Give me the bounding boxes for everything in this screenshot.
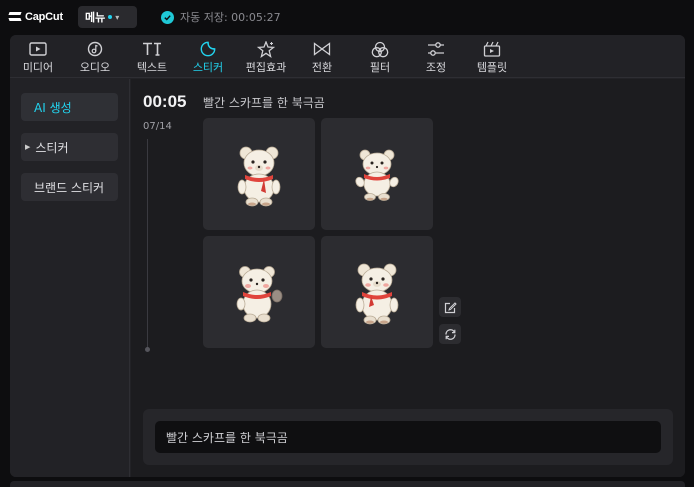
ai-generation-area: 00:05 빨간 스카프를 한 북극곰 07/14 [131, 79, 685, 477]
tab-effects[interactable]: 편집효과 [241, 35, 291, 78]
history-timeline [147, 139, 148, 349]
tab-label: 조정 [425, 61, 447, 74]
tab-label: 미디어 [22, 61, 54, 74]
tab-label: 텍스트 [136, 61, 168, 74]
tab-label: 템플릿 [476, 61, 508, 74]
tab-audio[interactable]: 오디오 [73, 35, 117, 78]
polar-bear-sticker [355, 149, 399, 201]
text-icon [142, 40, 162, 58]
check-circle-icon [161, 10, 174, 24]
sticker-sidebar: AI 생성 ▶ 스티커 브랜드 스티커 [10, 79, 130, 477]
polar-bear-sticker [236, 266, 283, 323]
tab-label: 오디오 [79, 61, 111, 74]
tab-label: 필터 [369, 61, 391, 74]
audio-icon [85, 40, 105, 58]
tab-label: 전환 [311, 61, 333, 74]
polar-bear-sticker [355, 263, 399, 325]
prompt-box [143, 409, 673, 465]
tab-label: 스티커 [192, 61, 224, 74]
tab-text[interactable]: 텍스트 [130, 35, 174, 78]
autosave-text: 자동 저장: 00:05:27 [180, 11, 281, 24]
app-logo-text: CapCut [25, 11, 63, 23]
generation-counter: 07/14 [143, 121, 172, 132]
adjust-icon [426, 40, 446, 58]
sticker-icon [198, 40, 218, 58]
sidebar-item-sticker[interactable]: ▶ 스티커 [21, 133, 118, 161]
polar-bear-sticker [237, 146, 281, 207]
sidebar-item-ai-generate[interactable]: AI 생성 [21, 93, 118, 121]
tab-sticker[interactable]: 스티커 [186, 35, 230, 78]
sidebar-item-label: 스티커 [35, 140, 69, 155]
filter-icon [370, 40, 390, 58]
result-tile-3[interactable] [203, 236, 315, 348]
notification-dot [108, 15, 113, 19]
result-tools [439, 297, 461, 351]
regenerate-button[interactable] [439, 324, 461, 344]
refresh-icon [444, 328, 456, 340]
tab-transition[interactable]: 전환 [302, 35, 342, 78]
media-icon [28, 40, 48, 58]
edit-icon [444, 301, 457, 313]
prompt-input[interactable] [155, 421, 661, 453]
bottom-panel-edge [10, 481, 685, 487]
result-grid [203, 118, 433, 348]
autosave-status: 자동 저장: 00:05:27 [161, 9, 281, 25]
app-logo: CapCut [9, 9, 63, 25]
generation-prompt: 빨간 스카프를 한 북극곰 [203, 96, 325, 110]
sidebar-item-label: 브랜드 스티커 [34, 180, 105, 195]
generation-time: 00:05 [143, 92, 187, 111]
result-tile-4[interactable] [321, 236, 433, 348]
sidebar-item-label: AI 생성 [34, 100, 72, 115]
template-icon [482, 40, 502, 58]
effects-icon [256, 40, 276, 58]
edit-prompt-button[interactable] [439, 297, 461, 317]
result-tile-2[interactable] [321, 118, 433, 230]
sidebar-item-brand-sticker[interactable]: 브랜드 스티커 [21, 173, 118, 201]
tab-adjust[interactable]: 조정 [416, 35, 456, 78]
transition-icon [312, 40, 332, 58]
category-tabs: 미디어 오디오 텍스트 스티커 편집효과 전환 필터 조정 템플릿 [10, 35, 685, 78]
tab-filter[interactable]: 필터 [360, 35, 400, 78]
menu-label: 메뉴 [85, 11, 106, 24]
timeline-dot [145, 347, 150, 352]
capcut-logo-icon [9, 11, 23, 23]
tab-label: 편집효과 [245, 61, 287, 74]
chevron-down-icon: ▾ [115, 12, 120, 22]
asset-panel: 미디어 오디오 텍스트 스티커 편집효과 전환 필터 조정 템플릿 AI 생성 … [10, 35, 685, 477]
caret-right-icon: ▶ [25, 143, 31, 151]
top-bar: CapCut 메뉴 ▾ 자동 저장: 00:05:27 [0, 0, 694, 34]
tab-media[interactable]: 미디어 [16, 35, 60, 78]
tab-template[interactable]: 템플릿 [470, 35, 514, 78]
menu-button[interactable]: 메뉴 ▾ [78, 6, 137, 28]
result-tile-1[interactable] [203, 118, 315, 230]
